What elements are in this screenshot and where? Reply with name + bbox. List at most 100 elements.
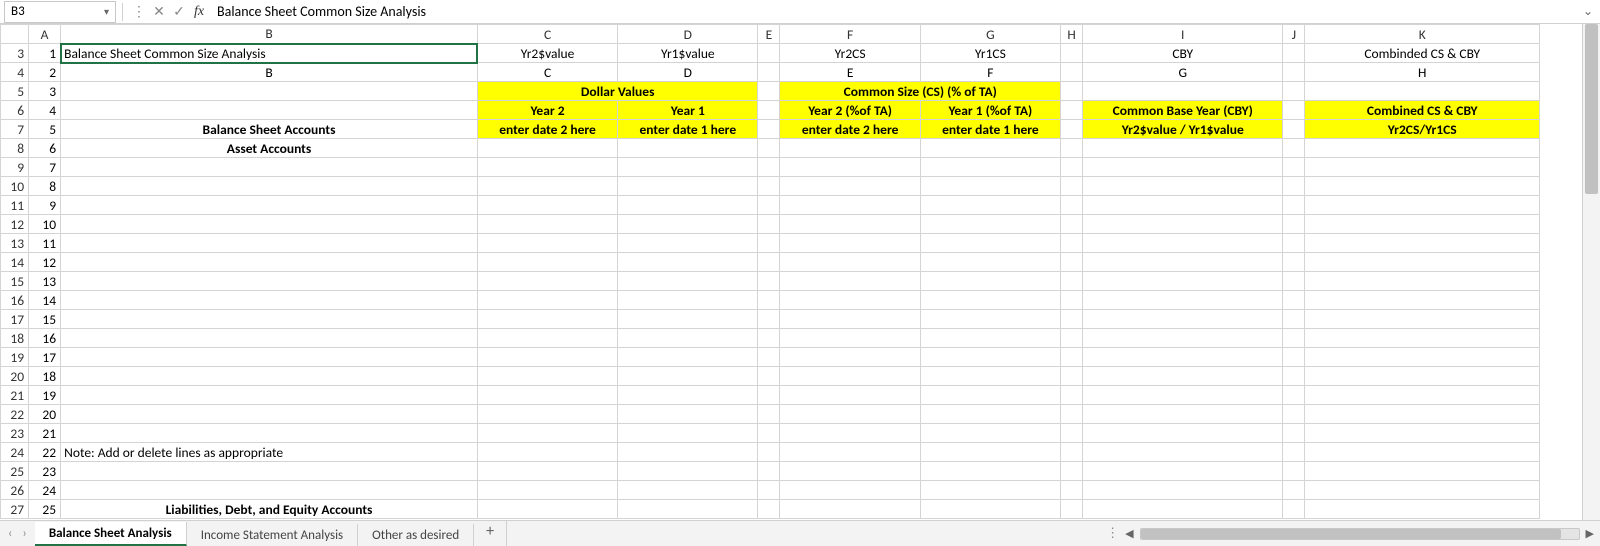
cell-G3[interactable]: Yr1CS [920, 44, 1060, 63]
cell-I12[interactable] [1083, 215, 1283, 234]
cell-H18[interactable] [1061, 329, 1083, 348]
cell-G13[interactable] [920, 234, 1060, 253]
cell-J3[interactable] [1283, 44, 1305, 63]
cell-J20[interactable] [1283, 367, 1305, 386]
cell-D3[interactable]: Yr1$value [618, 44, 758, 63]
cell-F16[interactable] [780, 291, 920, 310]
row-header[interactable]: 16 [1, 291, 29, 310]
cell-D19[interactable] [618, 348, 758, 367]
cell-I7[interactable]: Yr2$value / Yr1$value [1083, 120, 1283, 139]
cell-B15[interactable] [61, 272, 478, 291]
cell-J21[interactable] [1283, 386, 1305, 405]
cell-C7[interactable]: enter date 2 here [477, 120, 617, 139]
cell-E6[interactable] [758, 101, 780, 120]
col-header-D[interactable]: D [618, 25, 758, 44]
col-header-C[interactable]: C [477, 25, 617, 44]
cell-A21[interactable]: 19 [29, 386, 61, 405]
cell-C5[interactable]: Dollar Values [477, 82, 758, 101]
tab-nav-next-icon[interactable]: › [22, 526, 26, 541]
cell-K5[interactable] [1305, 82, 1540, 101]
cell-I25[interactable] [1083, 462, 1283, 481]
cell-G27[interactable] [920, 500, 1060, 519]
row-header[interactable]: 21 [1, 386, 29, 405]
cell-C18[interactable] [477, 329, 617, 348]
cell-H25[interactable] [1061, 462, 1083, 481]
cell-H13[interactable] [1061, 234, 1083, 253]
row-header[interactable]: 24 [1, 443, 29, 462]
col-header-E[interactable]: E [758, 25, 780, 44]
cell-A24[interactable]: 22 [29, 443, 61, 462]
cell-H27[interactable] [1061, 500, 1083, 519]
cell-J27[interactable] [1283, 500, 1305, 519]
col-header-A[interactable]: A [29, 25, 61, 44]
cell-B25[interactable] [61, 462, 478, 481]
row-header[interactable]: 25 [1, 462, 29, 481]
cell-I10[interactable] [1083, 177, 1283, 196]
cell-A5[interactable]: 3 [29, 82, 61, 101]
cell-K24[interactable] [1305, 443, 1540, 462]
cell-F10[interactable] [780, 177, 920, 196]
cell-F17[interactable] [780, 310, 920, 329]
cell-A17[interactable]: 15 [29, 310, 61, 329]
cell-H20[interactable] [1061, 367, 1083, 386]
cell-D10[interactable] [618, 177, 758, 196]
cell-K9[interactable] [1305, 158, 1540, 177]
cell-C21[interactable] [477, 386, 617, 405]
cell-H17[interactable] [1061, 310, 1083, 329]
cell-I11[interactable] [1083, 196, 1283, 215]
cell-G12[interactable] [920, 215, 1060, 234]
row-header[interactable]: 3 [1, 44, 29, 63]
formula-input[interactable]: Balance Sheet Common Size Analysis [209, 1, 1576, 23]
cell-A26[interactable]: 24 [29, 481, 61, 500]
cell-A12[interactable]: 10 [29, 215, 61, 234]
cell-C23[interactable] [477, 424, 617, 443]
cell-F27[interactable] [780, 500, 920, 519]
row-header[interactable]: 6 [1, 101, 29, 120]
cell-A14[interactable]: 12 [29, 253, 61, 272]
cell-J23[interactable] [1283, 424, 1305, 443]
cell-I24[interactable] [1083, 443, 1283, 462]
cell-G4[interactable]: F [920, 63, 1060, 82]
more-icon[interactable]: ⋮ [1106, 526, 1119, 541]
cell-K13[interactable] [1305, 234, 1540, 253]
cell-J19[interactable] [1283, 348, 1305, 367]
cell-I23[interactable] [1083, 424, 1283, 443]
cell-F22[interactable] [780, 405, 920, 424]
cell-J24[interactable] [1283, 443, 1305, 462]
cell-K14[interactable] [1305, 253, 1540, 272]
cell-A22[interactable]: 20 [29, 405, 61, 424]
hscroll-left-icon[interactable]: ◀ [1125, 527, 1133, 540]
cell-I22[interactable] [1083, 405, 1283, 424]
cell-C26[interactable] [477, 481, 617, 500]
cell-D27[interactable] [618, 500, 758, 519]
cell-E20[interactable] [758, 367, 780, 386]
cell-C4[interactable]: C [477, 63, 617, 82]
cell-C13[interactable] [477, 234, 617, 253]
cell-E9[interactable] [758, 158, 780, 177]
horizontal-scrollbar-thumb[interactable] [1141, 529, 1561, 539]
cell-G25[interactable] [920, 462, 1060, 481]
cell-F6[interactable]: Year 2 (%of TA) [780, 101, 920, 120]
vertical-scrollbar[interactable] [1582, 24, 1600, 520]
col-header-B[interactable]: B [61, 25, 478, 44]
cell-H8[interactable] [1061, 139, 1083, 158]
cell-E5[interactable] [758, 82, 780, 101]
cell-F20[interactable] [780, 367, 920, 386]
cell-C17[interactable] [477, 310, 617, 329]
cell-E3[interactable] [758, 44, 780, 63]
row-header[interactable]: 7 [1, 120, 29, 139]
cell-E4[interactable] [758, 63, 780, 82]
cell-A20[interactable]: 18 [29, 367, 61, 386]
cell-E12[interactable] [758, 215, 780, 234]
cell-J17[interactable] [1283, 310, 1305, 329]
cell-F23[interactable] [780, 424, 920, 443]
cell-C9[interactable] [477, 158, 617, 177]
row-header[interactable]: 14 [1, 253, 29, 272]
cell-H22[interactable] [1061, 405, 1083, 424]
cell-H9[interactable] [1061, 158, 1083, 177]
cell-D22[interactable] [618, 405, 758, 424]
cell-H14[interactable] [1061, 253, 1083, 272]
cell-C8[interactable] [477, 139, 617, 158]
cell-B26[interactable] [61, 481, 478, 500]
cell-C22[interactable] [477, 405, 617, 424]
